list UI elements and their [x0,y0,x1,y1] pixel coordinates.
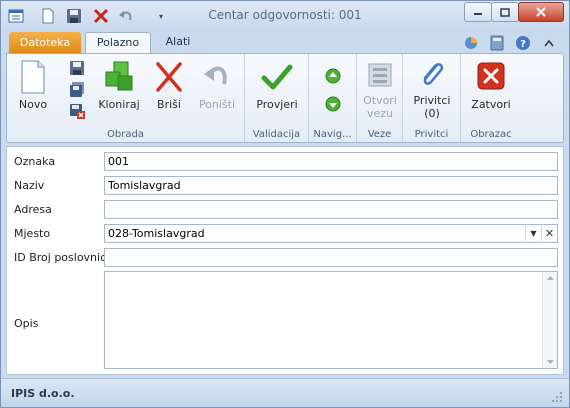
paperclip-icon [423,63,444,85]
id-broj-field[interactable] [104,248,558,267]
attachments-label-1: Privitci [413,94,451,107]
naziv-label: Naziv [14,179,45,192]
delete-x-large-icon [156,62,182,92]
svg-text:?: ? [520,39,526,50]
close-window-button[interactable] [518,2,564,22]
opis-textarea[interactable] [104,271,558,369]
id-broj-label: ID Broj poslovnice [14,251,113,264]
delete-label: Briši [157,98,181,111]
record-form: Oznaka Naziv Adresa Mjesto ▼ ✕ ID Broj p… [6,146,564,375]
clone-cubes-icon [105,61,133,91]
delete-button[interactable]: Briši [149,60,189,111]
group-attachments: Privitci (0) Privitci [403,54,461,142]
status-bar: IPIS d.o.o. [1,378,569,407]
close-form-label: Zatvori [471,98,511,111]
collapse-ribbon-icon[interactable] [541,35,557,51]
group-edit-label: Obrada [107,129,144,140]
maximize-button[interactable] [491,2,519,22]
ribbon: Novo Kloniraj Briši Poništi Obrada Provj… [6,53,564,143]
group-validation-label: Validacija [252,129,301,140]
new-label: Novo [18,98,48,111]
undo-button[interactable]: Poništi [195,60,239,111]
save-all-icon[interactable] [69,82,85,98]
title-bar: ▾ Centar odgovornosti: 001 [1,1,569,31]
mjesto-label: Mjesto [14,227,51,240]
save-small-icon[interactable] [69,60,85,76]
check-label: Provjeri [256,98,298,111]
app-window: ▾ Centar odgovornosti: 001 Datoteka Pola… [0,0,570,408]
group-attachments-label: Privitci [414,129,449,140]
open-link-label-2: vezu [366,107,394,120]
resize-grip-icon[interactable] [551,391,563,406]
tab-home[interactable]: Polazno [85,32,151,53]
pie-chart-icon[interactable] [463,35,479,51]
checkmark-icon [261,64,293,90]
group-edit: Novo Kloniraj Briši Poništi Obrada [7,54,245,142]
adresa-label: Adresa [14,203,52,216]
clear-x-icon[interactable]: ✕ [541,224,557,243]
oznaka-field[interactable] [104,152,558,171]
group-links-label: Veze [367,129,392,140]
company-name: IPIS d.o.o. [11,387,75,400]
adresa-field[interactable] [104,200,558,219]
nav-up-icon[interactable] [325,68,341,84]
minimize-button[interactable] [464,2,492,22]
tab-file[interactable]: Datoteka [9,32,81,53]
group-validation: Provjeri Validacija [245,54,309,142]
undo-label: Poništi [198,98,236,111]
opis-label: Opis [14,317,39,330]
help-icon[interactable]: ? [515,35,531,51]
group-links: Otvori vezu Veze [357,54,403,142]
ribbon-tabs: Datoteka Polazno Alati ? [1,31,569,53]
group-form-label: Obrazac [470,129,512,140]
clone-label: Kloniraj [98,98,140,111]
calculator-icon[interactable] [489,35,505,51]
close-form-icon [477,62,505,90]
close-form-button[interactable]: Zatvori [467,60,515,111]
nav-down-icon[interactable] [325,96,341,112]
attachments-count: (0) [424,107,440,120]
open-link-button[interactable]: Otvori vezu [359,60,401,120]
open-link-icon [368,63,392,87]
dropdown-arrow-icon[interactable]: ▼ [525,224,541,243]
mjesto-combo[interactable] [104,224,558,243]
clone-button[interactable]: Kloniraj [95,60,143,111]
vertical-scrollbar[interactable] [542,272,557,368]
attachments-button[interactable]: Privitci (0) [409,60,455,120]
group-navigation: Navig... [309,54,357,142]
check-button[interactable]: Provjeri [253,60,301,111]
oznaka-label: Oznaka [14,155,56,168]
naziv-field[interactable] [104,176,558,195]
save-close-icon[interactable] [69,103,85,119]
undo-large-icon [204,66,227,85]
group-form: Zatvori Obrazac [461,54,521,142]
tab-tools[interactable]: Alati [159,32,197,53]
open-link-label-1: Otvori [363,94,397,107]
new-page-icon [21,60,45,94]
new-button[interactable]: Novo [13,60,53,111]
group-navigation-label: Navig... [313,129,352,140]
